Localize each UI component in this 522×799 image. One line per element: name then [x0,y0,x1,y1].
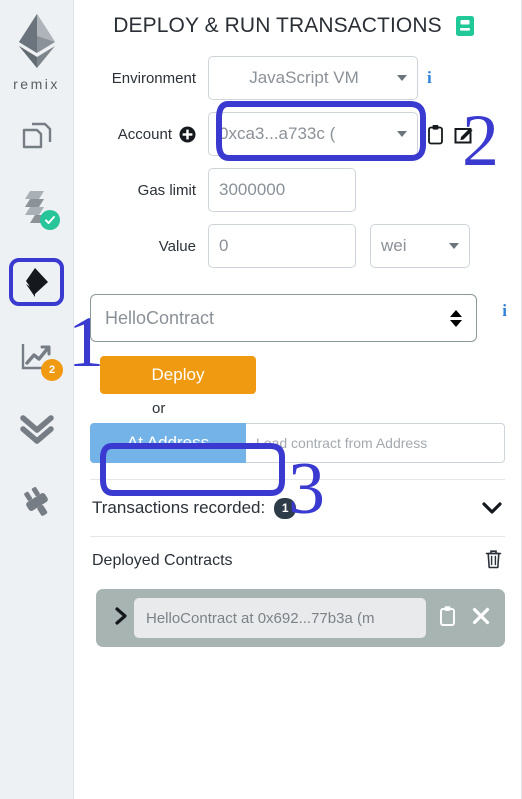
or-separator-label: or [152,400,166,417]
edit-square-icon [454,127,473,143]
value-amount: 0 [219,236,229,255]
deployed-contracts-title: Deployed Contracts [92,552,233,569]
contract-selected-value: HelloContract [105,307,215,328]
gas-limit-label: Gas limit [137,181,196,199]
value-row: Value 0 wei [90,224,505,268]
chevron-down-icon [449,243,459,249]
account-value: 0xca3...a733c ( [219,124,336,143]
remix-ide-window: remix 2 DEPLOY & RUN TRANSACTIONS Enviro… [0,0,522,799]
environment-value: JavaScript VM [249,68,359,87]
at-address-button[interactable]: At Address [90,423,246,463]
transactions-recorded-count: 1 [274,497,297,519]
transactions-recorded-label: Transactions recorded: [92,498,266,517]
sidebar-item-debugger[interactable]: 2 [0,334,73,382]
deployed-contract-item[interactable]: HelloContract at 0x692...77b3a (m [96,589,505,647]
page-title: DEPLOY & RUN TRANSACTIONS [113,14,442,37]
chevron-down-icon [397,131,407,137]
clipboard-icon [440,605,455,626]
deploy-run-panel: DEPLOY & RUN TRANSACTIONS Environment Ja… [74,0,522,799]
plug-icon [23,486,48,516]
at-address-row: At Address Load contract from Address [90,423,505,463]
sidebar-item-plugin-manager[interactable] [0,478,73,526]
value-unit: wei [381,236,407,255]
deploy-config-form: Environment JavaScript VM i Account 0xca… [74,56,521,268]
sidebar-item-solidity-compiler[interactable] [0,184,73,232]
at-address-placeholder: Load contract from Address [256,435,428,451]
gas-limit-row: Gas limit 3000000 [90,168,505,212]
clipboard-icon [428,124,443,144]
compiler-success-badge [40,210,60,230]
deploy-button[interactable]: Deploy [100,356,256,394]
remove-contract-button[interactable] [471,606,491,631]
spinner-arrows-icon [450,309,463,327]
contract-info-icon[interactable]: i [502,301,507,321]
chevron-right-icon [115,606,127,625]
copy-contract-address-button[interactable] [438,605,457,632]
chevron-down-icon [482,502,502,514]
close-x-icon [472,607,490,624]
environment-label: Environment [111,69,196,87]
green-book-icon[interactable] [454,14,476,38]
transactions-recorded-row[interactable]: Transactions recorded: 1 [74,480,521,536]
left-icon-sidebar: remix 2 [0,0,74,799]
remix-logo: remix [0,12,73,92]
deployed-contracts-header: Deployed Contracts [74,537,521,585]
account-label: Account [90,126,208,143]
contract-select[interactable]: HelloContract [90,294,478,342]
trash-icon [485,549,502,568]
sidebar-item-deploy-run-transactions[interactable] [0,258,73,306]
deploy-diamond-icon [25,268,48,297]
edit-account-button[interactable] [453,124,474,145]
account-select[interactable]: 0xca3...a733c ( [208,112,418,156]
gas-limit-input[interactable]: 3000000 [208,168,356,212]
environment-info-icon[interactable]: i [427,68,432,88]
double-chevron-down-icon [19,415,54,444]
sidebar-item-static-analysis[interactable] [0,406,73,454]
deployed-contract-actions [438,605,491,632]
transactions-expand-toggle[interactable] [481,501,503,515]
environment-row: Environment JavaScript VM i [90,56,505,100]
sidebar-item-file-explorers[interactable] [0,112,73,160]
account-row: Account 0xca3...a733c ( [90,112,505,156]
account-label-text: Account [117,125,172,143]
copy-account-button[interactable] [426,124,445,145]
plus-circle-icon[interactable] [179,126,196,143]
panel-header: DEPLOY & RUN TRANSACTIONS [74,0,521,38]
value-unit-select[interactable]: wei [370,224,470,268]
debugger-badge-count: 2 [48,364,56,376]
expand-contract-toggle[interactable] [114,606,128,631]
check-icon [45,216,55,224]
gas-limit-value: 3000000 [219,180,286,199]
deployed-contract-label: HelloContract at 0x692...77b3a (m [134,598,426,638]
debugger-count-badge: 2 [41,359,63,381]
at-address-input[interactable]: Load contract from Address [246,423,505,463]
value-label: Value [158,237,196,255]
deploy-area: Deploy [74,356,521,394]
value-input[interactable]: 0 [208,224,356,268]
contract-select-row: HelloContract i [74,280,521,342]
remix-wordmark: remix [13,76,60,92]
environment-select[interactable]: JavaScript VM [208,56,418,100]
chevron-down-icon [397,75,407,81]
copy-files-icon [22,122,51,149]
ethereum-diamond-logo [18,14,55,68]
clear-deployed-contracts-button[interactable] [484,548,503,575]
